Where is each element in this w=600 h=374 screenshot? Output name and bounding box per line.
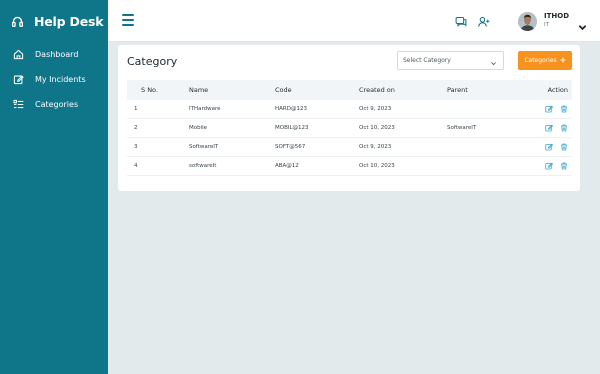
- sidebar-item-dashboard[interactable]: Dashboard: [0, 42, 108, 67]
- table-row: 2 Mobile MOBIL@123 Oct 10, 2023 Software…: [127, 119, 572, 138]
- cell-sno: 3: [134, 144, 138, 150]
- home-icon: [12, 49, 24, 61]
- add-user-icon[interactable]: [477, 15, 490, 28]
- column-header-parent[interactable]: Parent: [447, 86, 523, 94]
- column-header-sno[interactable]: S No.: [127, 86, 189, 94]
- cell-name: Mobile: [189, 125, 208, 131]
- edit-icon[interactable]: [545, 143, 553, 151]
- cell-sno: 1: [134, 106, 138, 112]
- category-select[interactable]: Select Category: [397, 51, 504, 70]
- page-title: Category: [127, 55, 178, 68]
- cell-created: Oct 9, 2023: [359, 106, 392, 112]
- table-row: 1 ITHardware HARD@123 Oct 9, 2023: [127, 100, 572, 119]
- top-header: ITHOD IT: [108, 0, 600, 42]
- column-header-action: Action: [547, 86, 568, 94]
- table-row: 4 softwareIt ABA@12 Oct 10, 2023: [127, 157, 572, 176]
- sidebar: Help Desk Dashboard My Incidents Categor…: [0, 0, 108, 374]
- cell-code: MOBIL@123: [275, 125, 309, 131]
- cell-sno: 2: [134, 125, 138, 131]
- column-header-code[interactable]: Code: [275, 86, 359, 94]
- cell-created: Oct 10, 2023: [359, 125, 395, 131]
- cell-sno: 4: [134, 163, 138, 169]
- sidebar-item-label: My Incidents: [35, 75, 86, 84]
- cell-name: ITHardware: [189, 106, 221, 112]
- cell-parent: SoftwareIT: [447, 125, 477, 131]
- brand[interactable]: Help Desk: [0, 0, 108, 42]
- headset-icon: [10, 14, 25, 29]
- cell-created: Oct 10, 2023: [359, 163, 395, 169]
- sidebar-item-categories[interactable]: Categories: [0, 92, 108, 117]
- add-category-label: Categories: [524, 57, 557, 64]
- edit-icon[interactable]: [545, 124, 553, 132]
- brand-name: Help Desk: [34, 13, 104, 29]
- cell-actions: [523, 124, 572, 132]
- user-name: ITHOD: [544, 12, 569, 20]
- table-header: S No. Name Code Created on Parent Action: [127, 80, 572, 100]
- cell-code: SOFT@567: [275, 144, 306, 150]
- chat-icon[interactable]: [454, 15, 467, 28]
- chevron-down-icon[interactable]: [578, 17, 587, 31]
- cell-code: HARD@123: [275, 106, 307, 112]
- sidebar-item-label: Categories: [35, 100, 79, 109]
- cell-code: ABA@12: [275, 163, 299, 169]
- column-header-name[interactable]: Name: [189, 86, 275, 94]
- edit-icon[interactable]: [545, 162, 553, 170]
- cell-name: SoftwareIT: [189, 144, 219, 150]
- table-row: 3 SoftwareIT SOFT@567 Oct 9, 2023: [127, 138, 572, 157]
- avatar[interactable]: [518, 12, 537, 31]
- edit-icon: [12, 74, 24, 86]
- cell-created: Oct 9, 2023: [359, 144, 392, 150]
- user-role: IT: [544, 22, 549, 28]
- cell-name: softwareIt: [189, 163, 217, 169]
- delete-icon[interactable]: [560, 143, 568, 151]
- cell-actions: [523, 143, 572, 151]
- delete-icon[interactable]: [560, 105, 568, 113]
- plus-icon: [560, 57, 566, 65]
- sidebar-item-label: Dashboard: [35, 50, 79, 59]
- menu-toggle-button[interactable]: [122, 14, 134, 26]
- cell-actions: [523, 162, 572, 170]
- delete-icon[interactable]: [560, 124, 568, 132]
- category-table: S No. Name Code Created on Parent Action…: [127, 80, 572, 176]
- chevron-down-icon: [490, 57, 497, 66]
- category-select-value: Select Category: [403, 57, 451, 64]
- category-card: Category Select Category Categories S No…: [118, 45, 580, 191]
- edit-icon[interactable]: [545, 105, 553, 113]
- sidebar-item-my-incidents[interactable]: My Incidents: [0, 67, 108, 92]
- list-icon: [12, 99, 24, 111]
- hamburger-icon: [122, 14, 134, 16]
- column-header-created[interactable]: Created on: [359, 86, 447, 94]
- add-category-button[interactable]: Categories: [518, 51, 572, 70]
- cell-actions: [523, 105, 572, 113]
- delete-icon[interactable]: [560, 162, 568, 170]
